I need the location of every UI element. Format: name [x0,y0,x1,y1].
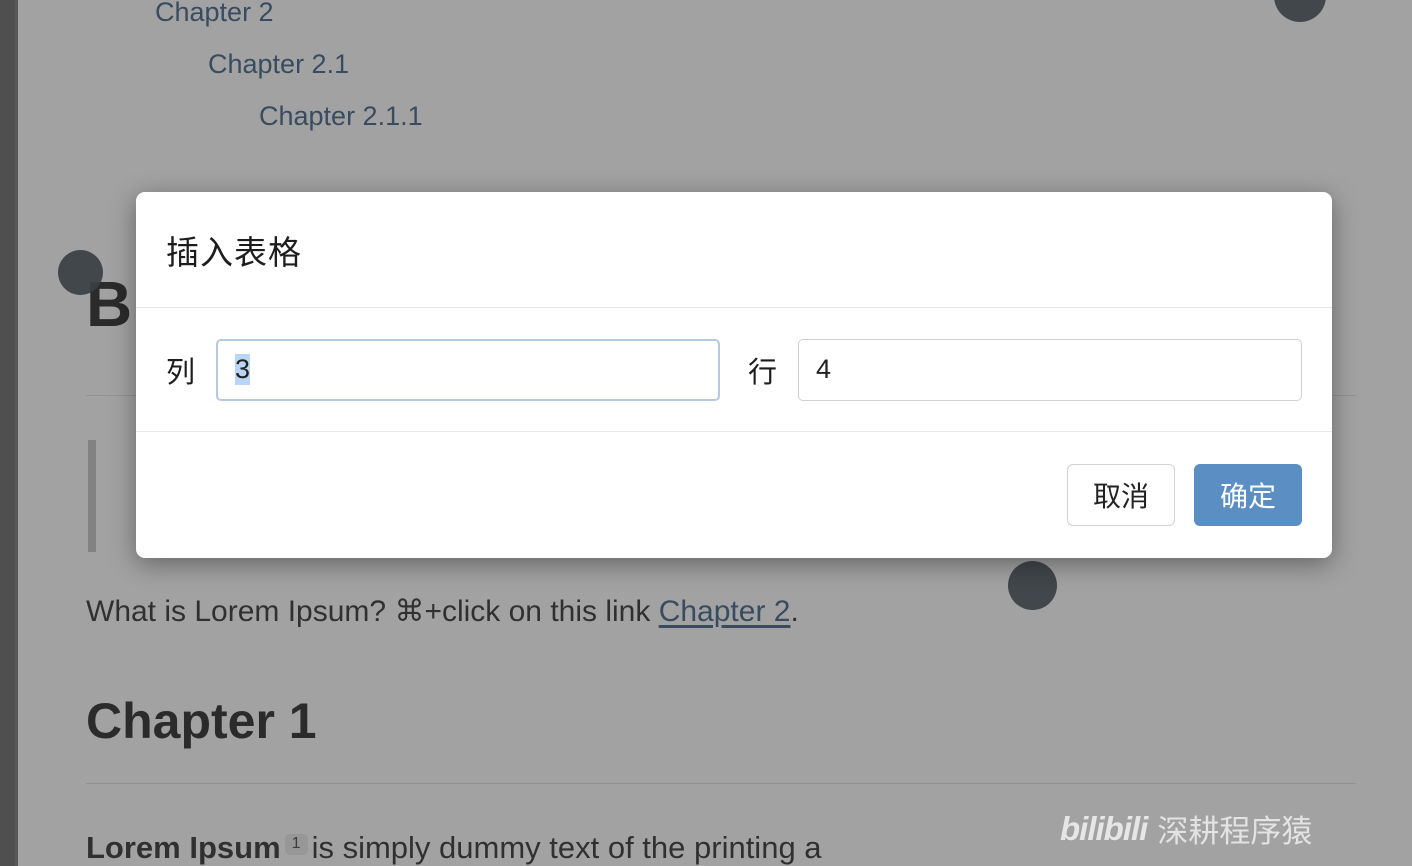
cancel-button[interactable]: 取消 [1067,464,1175,526]
annotation-dot [1008,561,1057,610]
app-root: Chapter 2 Chapter 2.1 Chapter 2.1.1 B Wh… [0,0,1412,866]
dialog-footer: 取消 确定 [136,432,1332,558]
dialog-header: 插入表格 [136,192,1332,308]
rows-label: 行 [748,356,778,389]
columns-field-group: 列 [166,338,720,401]
dialog-body: 列 行 [136,308,1332,432]
dialog-title: 插入表格 [166,233,302,271]
rows-input[interactable] [798,338,1302,401]
columns-input[interactable] [216,338,720,401]
insert-table-dialog: 插入表格 列 行 取消 确定 [136,192,1332,558]
columns-label: 列 [166,356,196,389]
annotation-dot [58,250,103,295]
rows-field-group: 行 [748,338,1302,401]
confirm-button[interactable]: 确定 [1194,464,1302,526]
